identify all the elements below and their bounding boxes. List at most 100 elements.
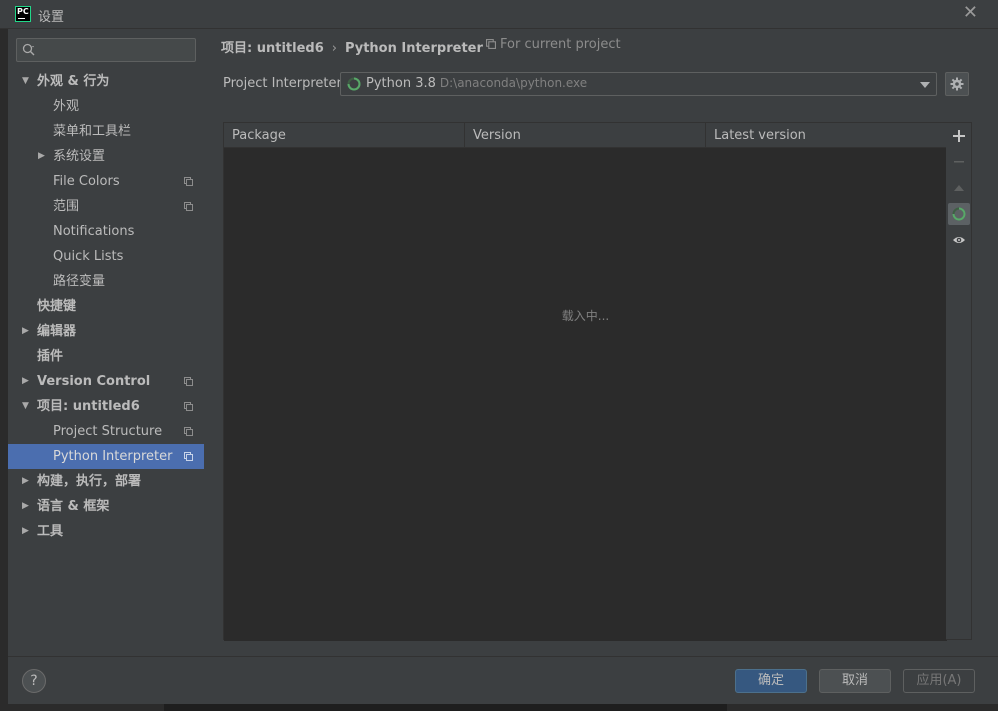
settings-sidebar: ▼ 外观 & 行为 外观 菜单和工具栏 ▶ 系统设置 File Colors 范… [8, 29, 204, 656]
chevron-down-icon: ▼ [22, 76, 29, 86]
project-scope-icon [184, 177, 193, 186]
interpreter-value: Python 3.8 D:\anaconda\python.exe [366, 76, 587, 91]
chevron-right-icon: ▶ [22, 501, 29, 511]
tree-item-label: 构建，执行，部署 [37, 474, 142, 489]
tree-item-label: Quick Lists [53, 249, 124, 264]
loading-spinner-icon [952, 207, 966, 221]
scope-label: For current project [500, 37, 621, 52]
loading-button[interactable] [948, 203, 970, 225]
column-header-package[interactable]: Package [224, 123, 465, 148]
dialog-footer: ? 确定 取消 应用(A) [8, 656, 998, 704]
tree-item-label: 系统设置 [53, 149, 106, 164]
project-scope-icon [184, 402, 193, 411]
tree-item-appearance-behavior[interactable]: ▼ 外观 & 行为 [8, 69, 204, 94]
chevron-right-icon: ▶ [38, 151, 45, 161]
tree-item-plugins[interactable]: 插件 [8, 344, 204, 369]
tree-item-label: 项目: untitled6 [37, 399, 140, 414]
help-button[interactable]: ? [22, 669, 46, 693]
tree-item-version-control[interactable]: ▶ Version Control [8, 369, 204, 394]
add-icon [953, 130, 965, 142]
settings-content: 项目: untitled6 › Python Interpreter For cur… [204, 29, 998, 656]
tree-item-label: 语言 & 框架 [37, 499, 110, 514]
loading-text: 载入中... [561, 309, 610, 323]
tree-item-label: Python Interpreter [53, 449, 173, 464]
add-package-button[interactable] [948, 125, 970, 147]
tree-item-label: 路径变量 [53, 274, 106, 289]
tree-item-editor[interactable]: ▶ 编辑器 [8, 319, 204, 344]
tree-item-label: 快捷键 [37, 299, 77, 314]
interpreter-settings-button[interactable] [945, 72, 969, 96]
tree-item-system-settings[interactable]: ▶ 系统设置 [8, 144, 204, 169]
tree-item-appearance[interactable]: 外观 [8, 94, 204, 119]
settings-search[interactable] [16, 38, 196, 62]
column-header-version[interactable]: Version [465, 123, 706, 148]
chevron-right-icon: ▶ [22, 326, 29, 336]
tree-item-file-colors[interactable]: File Colors [8, 169, 204, 194]
chevron-down-icon: ▼ [22, 401, 29, 411]
eye-icon [953, 237, 965, 243]
tree-item-label: 菜单和工具栏 [53, 124, 132, 139]
project-scope-icon [184, 377, 193, 386]
breadcrumb-page: Python Interpreter [344, 41, 483, 56]
table-body: 载入中... [224, 148, 947, 641]
scope-indicator: For current project [486, 37, 621, 52]
tree-item-project-structure[interactable]: Project Structure [8, 419, 204, 444]
tree-item-languages-frameworks[interactable]: ▶ 语言 & 框架 [8, 494, 204, 519]
tree-item-label: Project Structure [53, 424, 163, 439]
tree-item-quick-lists[interactable]: Quick Lists [8, 244, 204, 269]
interpreter-name: Python 3.8 [366, 76, 436, 91]
tree-item-label: 编辑器 [37, 324, 77, 339]
project-scope-icon [184, 427, 193, 436]
tree-item-notifications[interactable]: Notifications [8, 219, 204, 244]
project-scope-icon [486, 39, 496, 49]
tree-item-scopes[interactable]: 范围 [8, 194, 204, 219]
cancel-button[interactable]: 取消 [819, 669, 891, 693]
tree-item-label: 范围 [53, 199, 80, 214]
tree-item-label: 外观 & 行为 [37, 74, 110, 89]
settings-tree: ▼ 外观 & 行为 外观 菜单和工具栏 ▶ 系统设置 File Colors 范… [8, 69, 204, 544]
upgrade-package-button[interactable] [948, 177, 970, 199]
window-title: 设置 [38, 10, 65, 25]
chevron-right-icon: ▶ [22, 376, 29, 386]
chevron-right-icon: ▶ [22, 526, 29, 536]
loading-spinner-icon [347, 77, 361, 91]
remove-package-button[interactable] [948, 151, 970, 173]
ok-button[interactable]: 确定 [735, 669, 807, 693]
project-scope-icon [184, 202, 193, 211]
title-bar: PC 设置 ✕ [0, 0, 998, 29]
apply-button[interactable]: 应用(A) [903, 669, 975, 693]
pycharm-logo-icon: PC [15, 6, 31, 22]
search-icon [22, 43, 35, 56]
tree-item-keymap[interactable]: 快捷键 [8, 294, 204, 319]
tree-item-build-execution-deployment[interactable]: ▶ 构建，执行，部署 [8, 469, 204, 494]
search-input[interactable] [39, 40, 189, 60]
tree-item-python-interpreter[interactable]: Python Interpreter [8, 444, 204, 469]
breadcrumb-project: 项目: untitled6 [221, 41, 324, 56]
packages-toolbar [946, 122, 972, 640]
tree-item-label: 外观 [53, 99, 80, 114]
column-header-latest-version[interactable]: Latest version [706, 123, 947, 148]
tree-item-label: File Colors [53, 174, 120, 189]
show-early-releases-button[interactable] [948, 229, 970, 251]
tree-item-tools[interactable]: ▶ 工具 [8, 519, 204, 544]
chevron-right-icon: ▶ [22, 476, 29, 486]
dropdown-arrow-icon [920, 82, 930, 88]
background-strip [0, 704, 998, 711]
tree-item-project[interactable]: ▼ 项目: untitled6 [8, 394, 204, 419]
remove-icon [954, 161, 964, 163]
table-header: Package Version Latest version [224, 123, 947, 148]
packages-table: Package Version Latest version 载入中... [223, 122, 947, 641]
tree-item-label: Version Control [37, 374, 151, 389]
close-icon[interactable]: ✕ [963, 3, 978, 23]
interpreter-dropdown[interactable]: Python 3.8 D:\anaconda\python.exe [340, 72, 937, 96]
upgrade-icon [954, 185, 964, 191]
project-scope-icon [184, 452, 193, 461]
tree-item-label: 插件 [37, 349, 64, 364]
tree-item-menus-toolbars[interactable]: 菜单和工具栏 [8, 119, 204, 144]
tree-item-path-variables[interactable]: 路径变量 [8, 269, 204, 294]
breadcrumb: 项目: untitled6 › Python Interpreter [221, 37, 483, 56]
interpreter-path: D:\anaconda\python.exe [439, 76, 588, 90]
gear-icon [950, 77, 964, 91]
interpreter-label: Project Interpreter: [223, 76, 347, 91]
breadcrumb-separator: › [331, 41, 337, 56]
